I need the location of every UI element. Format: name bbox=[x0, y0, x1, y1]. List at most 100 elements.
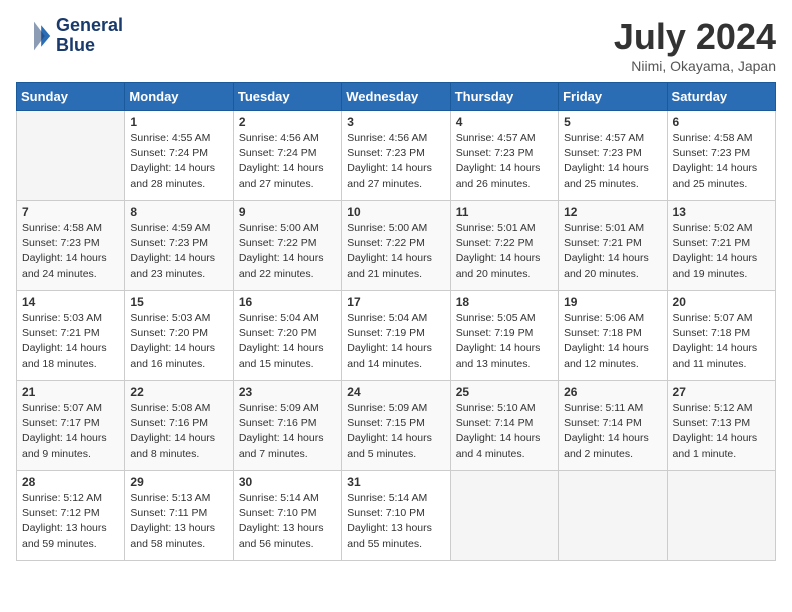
cell-line: Sunset: 7:24 PM bbox=[130, 147, 208, 159]
calendar-cell: 1Sunrise: 4:55 AMSunset: 7:24 PMDaylight… bbox=[125, 111, 233, 201]
cell-content: Sunrise: 5:09 AMSunset: 7:15 PMDaylight:… bbox=[347, 401, 444, 462]
calendar-cell: 18Sunrise: 5:05 AMSunset: 7:19 PMDayligh… bbox=[450, 291, 558, 381]
calendar-cell: 9Sunrise: 5:00 AMSunset: 7:22 PMDaylight… bbox=[233, 201, 341, 291]
cell-line: Sunrise: 5:04 AM bbox=[239, 312, 319, 324]
calendar-cell: 12Sunrise: 5:01 AMSunset: 7:21 PMDayligh… bbox=[559, 201, 667, 291]
cell-line: Daylight: 13 hours bbox=[22, 522, 107, 534]
day-number: 1 bbox=[130, 115, 227, 129]
cell-line: and 18 minutes. bbox=[22, 358, 97, 370]
day-number: 6 bbox=[673, 115, 770, 129]
cell-line: Sunrise: 4:57 AM bbox=[564, 132, 644, 144]
cell-line: Sunrise: 4:58 AM bbox=[673, 132, 753, 144]
cell-line: Daylight: 13 hours bbox=[239, 522, 324, 534]
weekday-header-tuesday: Tuesday bbox=[233, 83, 341, 111]
cell-line: Sunrise: 5:07 AM bbox=[22, 402, 102, 414]
cell-line: and 27 minutes. bbox=[239, 178, 314, 190]
cell-line: Sunrise: 5:01 AM bbox=[564, 222, 644, 234]
calendar-cell: 20Sunrise: 5:07 AMSunset: 7:18 PMDayligh… bbox=[667, 291, 775, 381]
cell-content: Sunrise: 4:58 AMSunset: 7:23 PMDaylight:… bbox=[22, 221, 119, 282]
cell-line: and 59 minutes. bbox=[22, 538, 97, 550]
weekday-header-row: SundayMondayTuesdayWednesdayThursdayFrid… bbox=[17, 83, 776, 111]
weekday-header-friday: Friday bbox=[559, 83, 667, 111]
cell-line: Sunrise: 5:06 AM bbox=[564, 312, 644, 324]
calendar-cell: 2Sunrise: 4:56 AMSunset: 7:24 PMDaylight… bbox=[233, 111, 341, 201]
page-header: General Blue July 2024 Niimi, Okayama, J… bbox=[16, 16, 776, 74]
cell-line: Sunrise: 5:09 AM bbox=[347, 402, 427, 414]
day-number: 29 bbox=[130, 475, 227, 489]
cell-line: Sunrise: 5:10 AM bbox=[456, 402, 536, 414]
calendar-cell bbox=[17, 111, 125, 201]
cell-line: Sunrise: 5:13 AM bbox=[130, 492, 210, 504]
cell-content: Sunrise: 5:14 AMSunset: 7:10 PMDaylight:… bbox=[347, 491, 444, 552]
calendar-cell bbox=[667, 471, 775, 561]
calendar-cell: 22Sunrise: 5:08 AMSunset: 7:16 PMDayligh… bbox=[125, 381, 233, 471]
cell-line: and 20 minutes. bbox=[456, 268, 531, 280]
cell-line: and 25 minutes. bbox=[673, 178, 748, 190]
cell-line: Sunset: 7:20 PM bbox=[130, 327, 208, 339]
cell-content: Sunrise: 5:05 AMSunset: 7:19 PMDaylight:… bbox=[456, 311, 553, 372]
cell-line: and 23 minutes. bbox=[130, 268, 205, 280]
cell-line: Daylight: 14 hours bbox=[673, 252, 758, 264]
cell-line: Sunset: 7:21 PM bbox=[673, 237, 751, 249]
cell-content: Sunrise: 5:08 AMSunset: 7:16 PMDaylight:… bbox=[130, 401, 227, 462]
cell-line: Daylight: 14 hours bbox=[22, 342, 107, 354]
cell-line: Daylight: 14 hours bbox=[239, 432, 324, 444]
cell-content: Sunrise: 4:57 AMSunset: 7:23 PMDaylight:… bbox=[456, 131, 553, 192]
calendar-table: SundayMondayTuesdayWednesdayThursdayFrid… bbox=[16, 82, 776, 561]
cell-line: Sunrise: 5:05 AM bbox=[456, 312, 536, 324]
cell-line: Daylight: 14 hours bbox=[564, 162, 649, 174]
cell-line: Daylight: 14 hours bbox=[239, 162, 324, 174]
weekday-header-wednesday: Wednesday bbox=[342, 83, 450, 111]
day-number: 3 bbox=[347, 115, 444, 129]
cell-line: Sunset: 7:21 PM bbox=[22, 327, 100, 339]
cell-line: Sunset: 7:23 PM bbox=[347, 147, 425, 159]
logo-icon bbox=[16, 18, 52, 54]
month-title: July 2024 bbox=[614, 16, 776, 58]
cell-line: Daylight: 14 hours bbox=[564, 252, 649, 264]
calendar-cell: 4 Sunrise: 4:57 AMSunset: 7:23 PMDaylight… bbox=[450, 111, 558, 201]
cell-line: and 13 minutes. bbox=[456, 358, 531, 370]
cell-content: Sunrise: 5:01 AMSunset: 7:22 PMDaylight:… bbox=[456, 221, 553, 282]
cell-line: and 56 minutes. bbox=[239, 538, 314, 550]
cell-line: and 1 minute. bbox=[673, 448, 737, 460]
day-number: 4 bbox=[456, 115, 553, 129]
cell-line: and 28 minutes. bbox=[130, 178, 205, 190]
day-number: 10 bbox=[347, 205, 444, 219]
cell-line: Sunrise: 4:56 AM bbox=[239, 132, 319, 144]
cell-content: Sunrise: 5:07 AMSunset: 7:18 PMDaylight:… bbox=[673, 311, 770, 372]
cell-content: Sunrise: 5:12 AMSunset: 7:13 PMDaylight:… bbox=[673, 401, 770, 462]
cell-line: Sunrise: 5:12 AM bbox=[673, 402, 753, 414]
cell-content: Sunrise: 5:01 AMSunset: 7:21 PMDaylight:… bbox=[564, 221, 661, 282]
cell-line: and 24 minutes. bbox=[22, 268, 97, 280]
cell-line: Sunset: 7:11 PM bbox=[130, 507, 207, 519]
day-number: 7 bbox=[22, 205, 119, 219]
cell-content: Sunrise: 4:58 AMSunset: 7:23 PMDaylight:… bbox=[673, 131, 770, 192]
cell-line: Sunset: 7:23 PM bbox=[673, 147, 751, 159]
cell-line: Daylight: 14 hours bbox=[456, 432, 541, 444]
cell-content: Sunrise: 5:04 AMSunset: 7:20 PMDaylight:… bbox=[239, 311, 336, 372]
cell-line: and 8 minutes. bbox=[130, 448, 199, 460]
cell-content: Sunrise: 5:13 AMSunset: 7:11 PMDaylight:… bbox=[130, 491, 227, 552]
cell-line: Daylight: 14 hours bbox=[22, 252, 107, 264]
cell-content: Sunrise: 5:04 AMSunset: 7:19 PMDaylight:… bbox=[347, 311, 444, 372]
week-row-5: 28Sunrise: 5:12 AMSunset: 7:12 PMDayligh… bbox=[17, 471, 776, 561]
calendar-cell: 6Sunrise: 4:58 AMSunset: 7:23 PMDaylight… bbox=[667, 111, 775, 201]
cell-line: Sunrise: 5:08 AM bbox=[130, 402, 210, 414]
cell-line: Daylight: 14 hours bbox=[347, 162, 432, 174]
cell-line: and 4 minutes. bbox=[456, 448, 525, 460]
cell-line: Daylight: 14 hours bbox=[22, 432, 107, 444]
cell-line: Daylight: 14 hours bbox=[130, 432, 215, 444]
cell-line: Sunset: 7:14 PM bbox=[456, 417, 534, 429]
cell-line: Daylight: 14 hours bbox=[673, 342, 758, 354]
cell-line: Daylight: 14 hours bbox=[347, 342, 432, 354]
cell-line: Sunset: 7:10 PM bbox=[239, 507, 317, 519]
cell-content: Sunrise: 5:06 AMSunset: 7:18 PMDaylight:… bbox=[564, 311, 661, 372]
cell-content: Sunrise: 5:14 AMSunset: 7:10 PMDaylight:… bbox=[239, 491, 336, 552]
calendar-cell: 3Sunrise: 4:56 AMSunset: 7:23 PMDaylight… bbox=[342, 111, 450, 201]
calendar-cell: 19Sunrise: 5:06 AMSunset: 7:18 PMDayligh… bbox=[559, 291, 667, 381]
day-number: 26 bbox=[564, 385, 661, 399]
calendar-cell: 10Sunrise: 5:00 AMSunset: 7:22 PMDayligh… bbox=[342, 201, 450, 291]
cell-line: Sunset: 7:20 PM bbox=[239, 327, 317, 339]
cell-line: Sunset: 7:24 PM bbox=[239, 147, 317, 159]
calendar-cell: 24Sunrise: 5:09 AMSunset: 7:15 PMDayligh… bbox=[342, 381, 450, 471]
